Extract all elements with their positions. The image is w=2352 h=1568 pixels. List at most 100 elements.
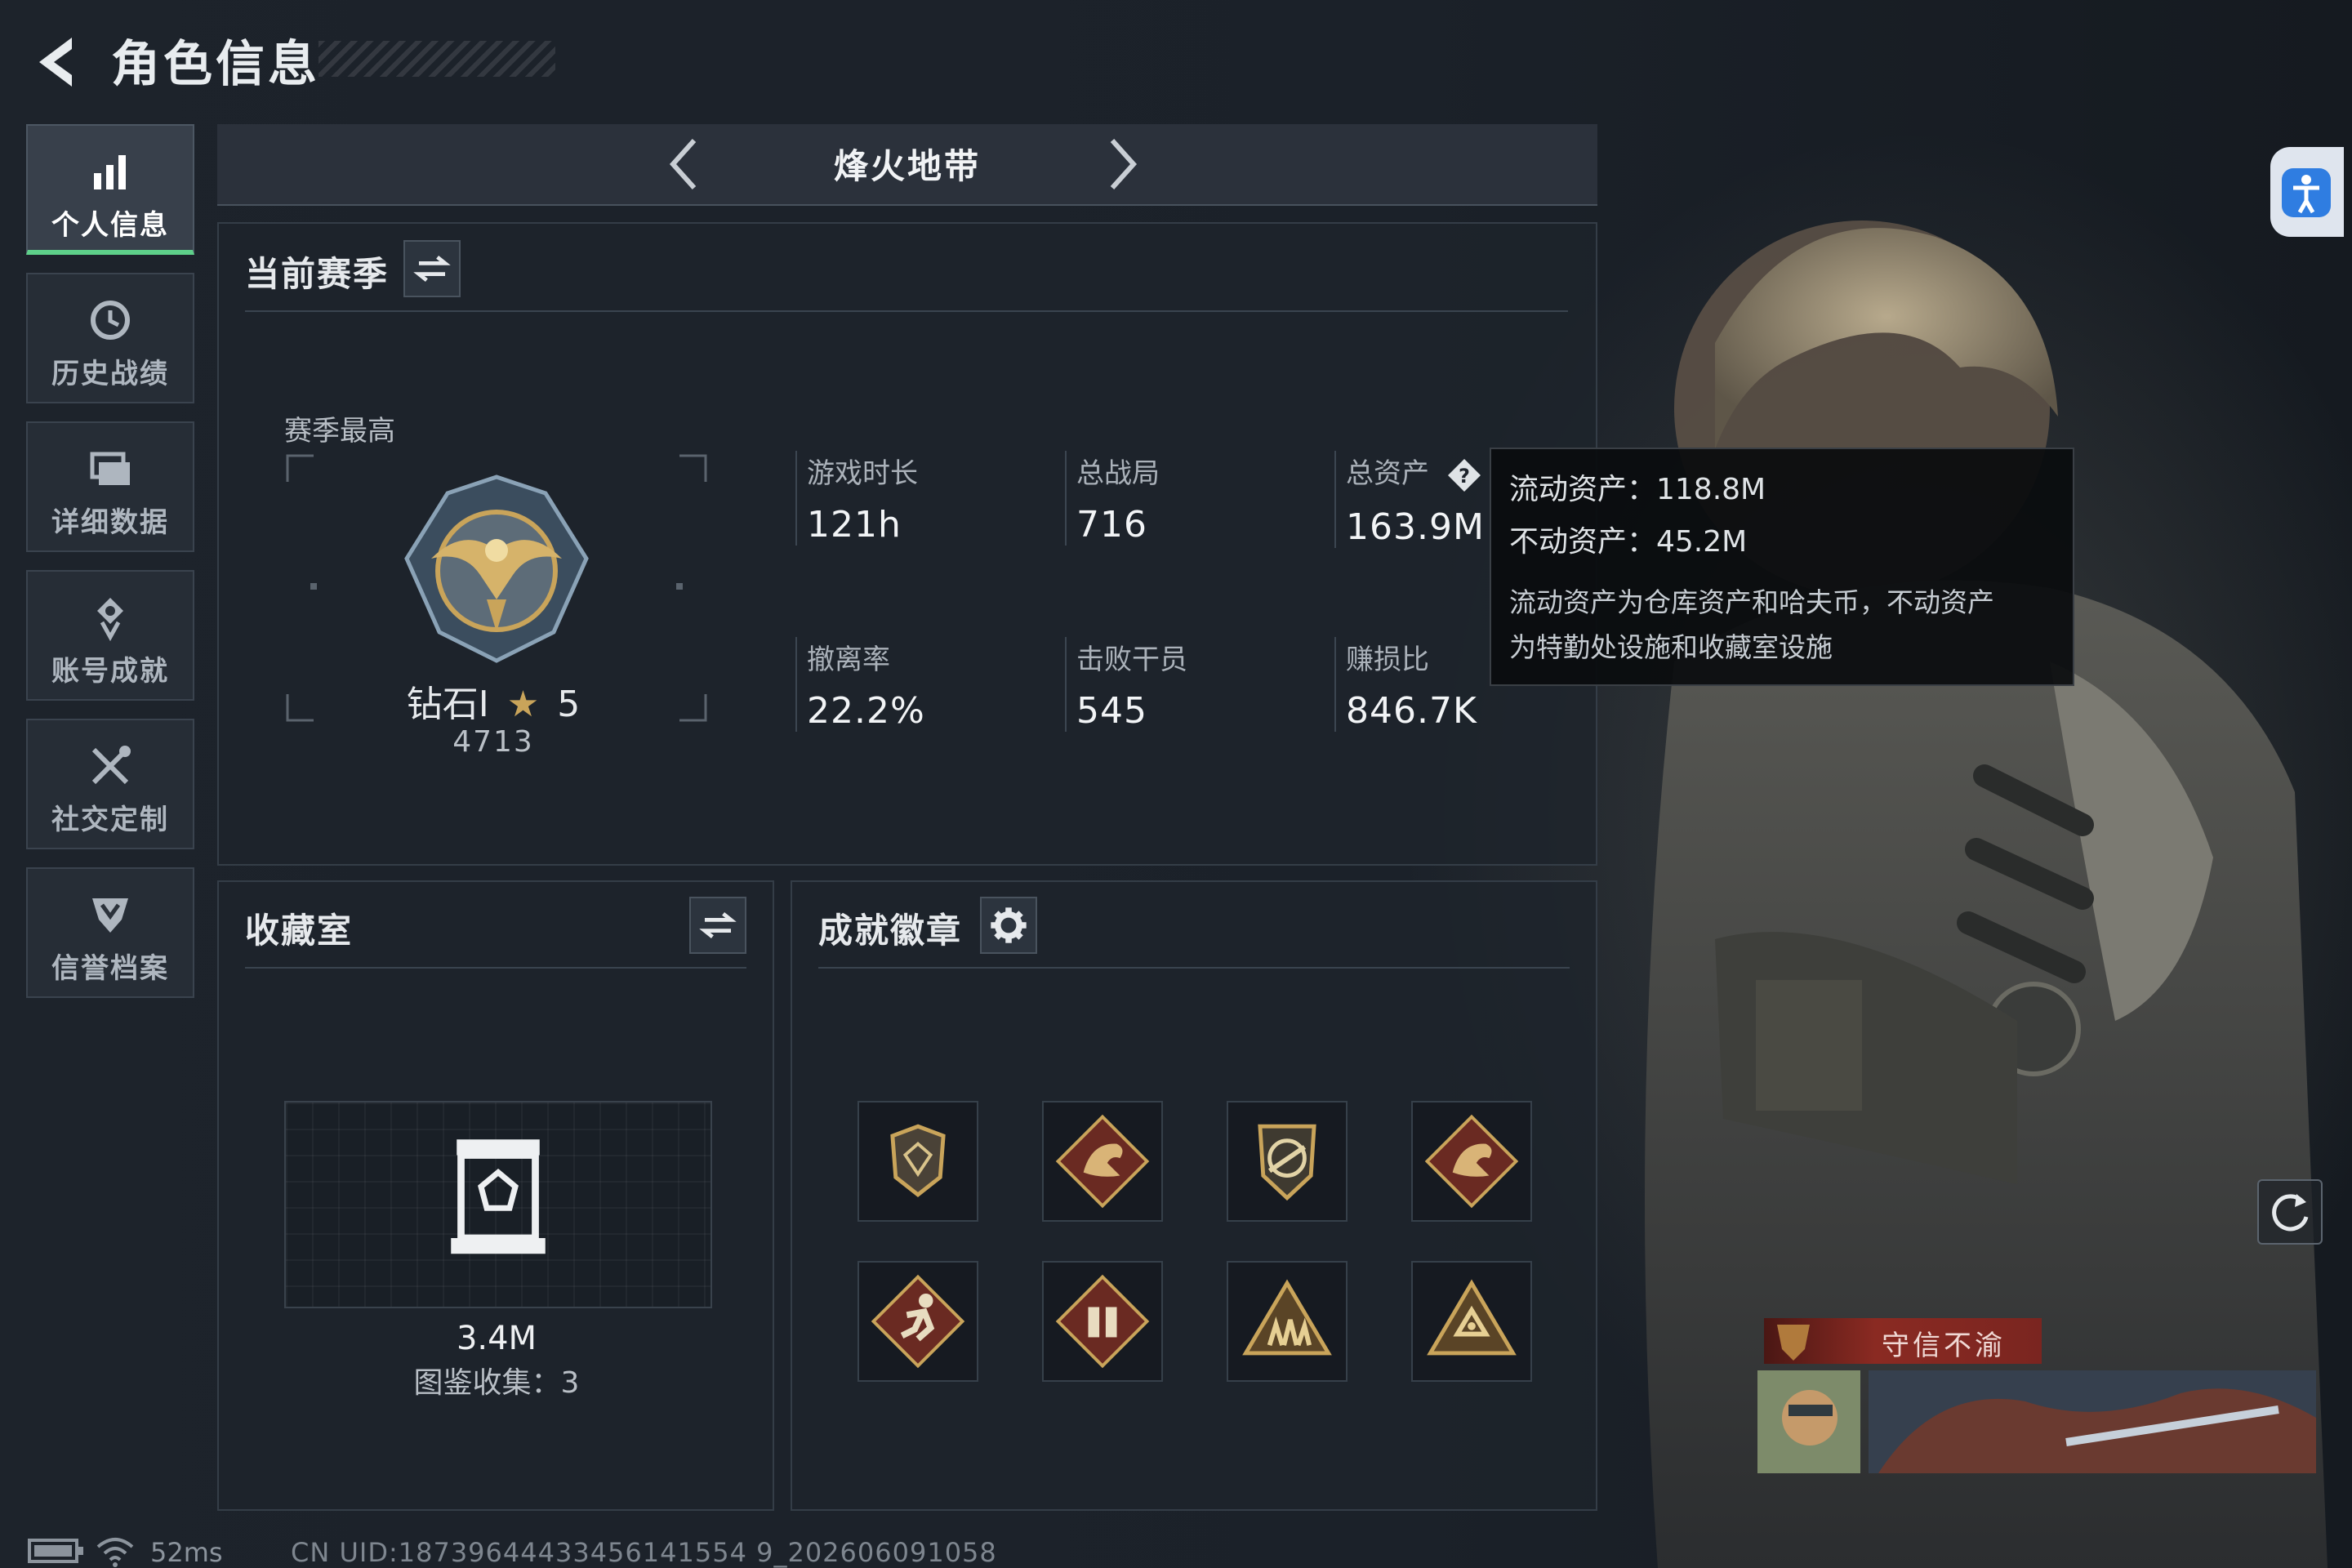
dragon-diamond-badge-icon (1424, 1114, 1519, 1209)
stat-operators-defeated: 击败干员 545 (1065, 637, 1321, 732)
page-title: 角色信息 (111, 36, 320, 93)
sidebar-item-label: 信誉档案 (51, 952, 169, 985)
header: 角色信息 (0, 0, 2352, 122)
fixed-assets: 不动资产：45.2M (1509, 525, 1748, 559)
sidebar-item-label: 账号成就 (51, 655, 169, 688)
badge-slot[interactable] (858, 1101, 978, 1222)
collection-title: 收藏室 (245, 911, 354, 951)
badge-slot[interactable] (1042, 1261, 1163, 1382)
squad-triangle-badge-icon (1242, 1279, 1332, 1356)
season-title: 当前赛季 (245, 254, 390, 294)
sidebar-item-history[interactable]: 历史战绩 (26, 273, 194, 403)
current-season-panel: 当前赛季 赛季最高 钻石I ★ 5 4713 游戏时长 121h 总战局 716… (217, 222, 1597, 866)
help-diamond-icon[interactable]: ? (1446, 457, 1482, 493)
wifi-icon (96, 1538, 134, 1567)
stat-label: 游戏时长 (807, 457, 918, 490)
sidebar-item-label: 详细数据 (51, 506, 169, 539)
achievement-icon (97, 598, 123, 642)
rifle-shield-badge-icon (1258, 1124, 1316, 1201)
badges-settings-button[interactable] (980, 897, 1037, 954)
user-uid: CN UID:18739644433456141554 9_2026060910… (291, 1537, 997, 1568)
stat-value: 22.2% (807, 690, 925, 732)
shield-chevron-icon (92, 898, 128, 933)
chevron-left-icon[interactable] (658, 136, 715, 193)
stat-label: 撤离率 (807, 644, 890, 676)
honor-title: 守信不渝 (1882, 1330, 2006, 1362)
gear-icon (991, 907, 1027, 943)
assets-tooltip: 流动资产：118.8M 不动资产：45.2M 流动资产为仓库资产和哈夫币，不动资… (1490, 448, 2074, 686)
badges-title: 成就徽章 (818, 911, 963, 951)
rotate-icon (2272, 1194, 2309, 1232)
star-icon: ★ (506, 684, 540, 725)
honor-emblem-icon (1777, 1325, 1810, 1361)
sidebar-item-label: 个人信息 (51, 209, 169, 242)
badge-slot[interactable] (1227, 1261, 1348, 1382)
season-best-label: 赛季最高 (284, 415, 395, 448)
supply-diamond-badge-icon (1055, 1274, 1150, 1369)
sidebar-item-social-custom[interactable]: 社交定制 (26, 719, 194, 849)
title-decoration (318, 41, 555, 77)
stat-value: 846.7K (1346, 690, 1477, 732)
dragon-diamond-badge-icon (1055, 1114, 1150, 1209)
swap-arrows-icon (699, 912, 737, 938)
badge-slot[interactable] (1227, 1101, 1348, 1222)
chevron-right-icon[interactable] (1091, 136, 1148, 193)
achievement-badges-panel: 成就徽章 (791, 880, 1597, 1511)
back-arrow-icon[interactable] (24, 29, 90, 95)
stat-play-time: 游戏时长 121h (795, 451, 1052, 546)
stat-extract-rate: 撤离率 22.2% (795, 637, 1052, 732)
rank-stars: 5 (557, 684, 581, 725)
rank-diamond-eagle-icon (404, 474, 589, 663)
liquid-assets: 流动资产：118.8M (1509, 473, 1766, 506)
tooltip-description-2: 为特勤处设施和收藏室设施 (1509, 631, 1833, 663)
stat-total-matches: 总战局 716 (1065, 451, 1321, 546)
diamond-shield-badge-icon (890, 1124, 946, 1197)
status-bar: 52ms CN UID:18739644433456141554 9_20260… (0, 1532, 2352, 1568)
stat-value: 121h (807, 504, 902, 546)
rotate-model-button[interactable] (2257, 1179, 2323, 1245)
badge-slot[interactable] (1411, 1101, 1532, 1222)
season-switch-button[interactable] (403, 240, 461, 297)
battery-icon (28, 1539, 83, 1563)
badge-slot[interactable] (1411, 1261, 1532, 1382)
badge-slot[interactable] (1042, 1101, 1163, 1222)
badge-slot[interactable] (858, 1261, 978, 1382)
collection-room-panel: 收藏室 3.4M 图鉴收集：3 (217, 880, 774, 1511)
collection-showcase[interactable] (284, 1101, 712, 1308)
svg-text:?: ? (1459, 465, 1470, 488)
rank-display: 钻石I ★ 5 (363, 675, 624, 727)
collection-value: 3.4M (456, 1320, 537, 1357)
collection-switch-button[interactable] (689, 897, 746, 954)
display-case-icon (451, 1139, 546, 1254)
folder-stack-icon (90, 452, 130, 485)
accessibility-icon (2282, 168, 2331, 217)
stat-label: 总战局 (1076, 457, 1160, 490)
runner-diamond-badge-icon (871, 1274, 965, 1369)
divider (818, 967, 1570, 969)
tools-cross-icon (91, 746, 131, 785)
bar-chart-icon (94, 155, 126, 189)
sidebar-item-label: 历史战绩 (51, 358, 169, 390)
swap-arrows-icon (413, 256, 451, 282)
sidebar-item-detailed-data[interactable]: 详细数据 (26, 421, 194, 552)
profile-cards[interactable] (1756, 1369, 2319, 1475)
mode-switcher: 烽火地带 (217, 124, 1597, 206)
stat-value: 716 (1076, 504, 1147, 546)
rank-name: 钻石I (406, 684, 489, 725)
history-clock-icon (91, 301, 130, 340)
rank-score: 4713 (452, 725, 534, 759)
eye-triangle-badge-icon (1427, 1279, 1517, 1356)
sidebar-item-personal-info[interactable]: 个人信息 (26, 124, 194, 255)
accessibility-button[interactable] (2270, 147, 2344, 237)
divider (245, 310, 1568, 312)
sidebar-item-achievements[interactable]: 账号成就 (26, 570, 194, 701)
mode-title: 烽火地带 (833, 146, 981, 186)
divider (245, 967, 746, 969)
stat-value: 545 (1076, 690, 1147, 732)
collection-count: 图鉴收集：3 (413, 1366, 580, 1400)
stat-label: 击败干员 (1076, 644, 1187, 676)
tooltip-description-1: 流动资产为仓库资产和哈夫币，不动资产 (1509, 586, 1994, 618)
sidebar-item-label: 社交定制 (51, 804, 169, 836)
sidebar-item-credit-record[interactable]: 信誉档案 (26, 867, 194, 998)
ping-value: 52ms (150, 1537, 223, 1568)
